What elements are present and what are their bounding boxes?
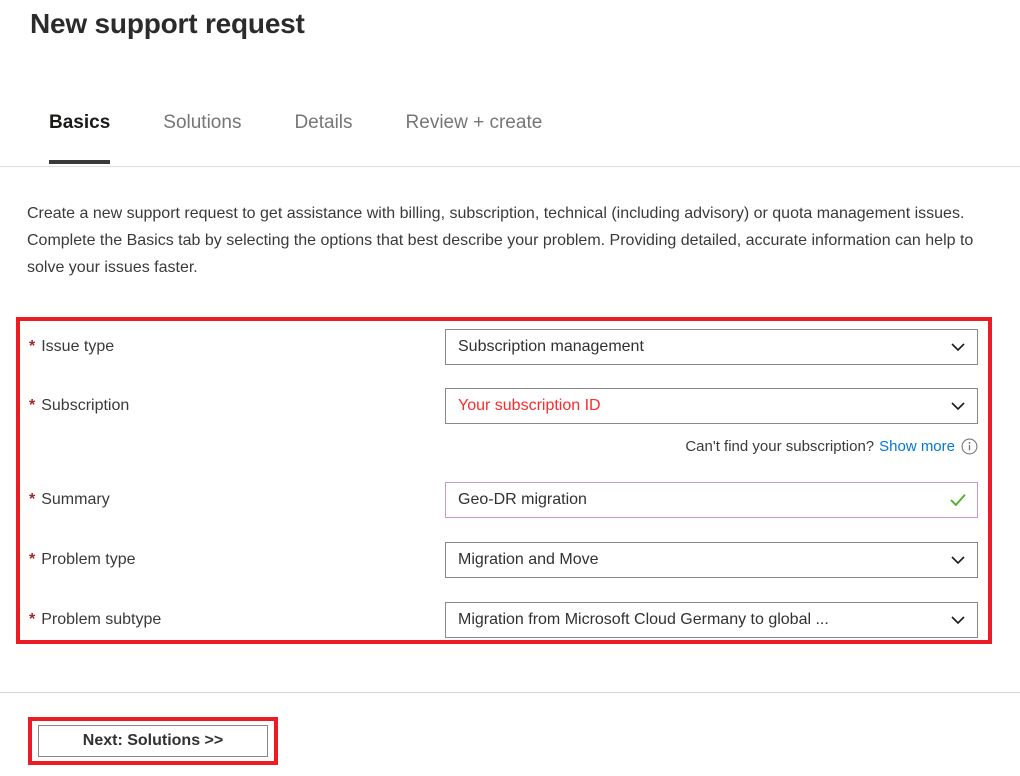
label-problem-type: * Problem type (29, 542, 136, 578)
intro-line-1: Create a new support request to get assi… (27, 200, 997, 227)
label-summary-text: Summary (41, 491, 109, 508)
show-more-link[interactable]: Show more (879, 438, 955, 455)
label-subscription-text: Subscription (41, 397, 129, 414)
dropdown-subscription[interactable]: Your subscription ID (445, 388, 978, 424)
intro-line-2: Complete the Basics tab by selecting the… (27, 227, 997, 281)
required-marker-problem-subtype: * (29, 611, 35, 628)
textbox-summary[interactable]: Geo-DR migration (445, 482, 978, 518)
textbox-summary-value: Geo-DR migration (458, 483, 941, 517)
subscription-helper: Can't find your subscription? Show more (445, 434, 978, 458)
info-circle-icon[interactable] (961, 438, 978, 455)
chevron-down-icon (947, 395, 969, 417)
chevron-down-icon (947, 609, 969, 631)
label-subscription: * Subscription (29, 388, 129, 424)
label-problem-type-text: Problem type (41, 551, 135, 568)
subscription-helper-text: Can't find your subscription? (685, 438, 874, 455)
field-row-subscription: * Subscription Your subscription ID (0, 388, 1020, 424)
label-issue-type-text: Issue type (41, 338, 114, 355)
dropdown-issue-type[interactable]: Subscription management (445, 329, 978, 365)
field-row-problem-subtype: * Problem subtype Migration from Microsof… (0, 602, 1020, 638)
field-row-issue-type: * Issue type Subscription management (0, 329, 1020, 365)
required-marker-subscription: * (29, 397, 35, 414)
tab-basics[interactable]: Basics (49, 106, 110, 135)
new-support-request-page: New support request Basics Solutions Det… (0, 0, 1020, 776)
page-title: New support request (30, 8, 305, 40)
checkmark-icon (947, 489, 969, 511)
dropdown-subscription-value: Your subscription ID (458, 389, 941, 423)
tab-list: Basics Solutions Details Review + create (49, 106, 542, 167)
fields-highlight-annotation (16, 317, 992, 644)
chevron-down-icon (947, 336, 969, 358)
field-row-summary: * Summary Geo-DR migration (0, 482, 1020, 518)
tab-review-create[interactable]: Review + create (406, 106, 543, 135)
required-marker-issue-type: * (29, 338, 35, 355)
intro-text: Create a new support request to get assi… (27, 200, 997, 281)
label-summary: * Summary (29, 482, 110, 518)
footer-divider (0, 692, 1020, 693)
chevron-down-icon (947, 549, 969, 571)
tab-details[interactable]: Details (294, 106, 352, 135)
dropdown-problem-subtype[interactable]: Migration from Microsoft Cloud Germany t… (445, 602, 978, 638)
dropdown-problem-type-value: Migration and Move (458, 543, 941, 577)
label-issue-type: * Issue type (29, 329, 114, 365)
required-marker-problem-type: * (29, 551, 35, 568)
tab-basics-label: Basics (49, 112, 110, 133)
label-problem-subtype-text: Problem subtype (41, 611, 161, 628)
field-row-problem-type: * Problem type Migration and Move (0, 542, 1020, 578)
tab-solutions[interactable]: Solutions (163, 106, 241, 135)
tabstrip: Basics Solutions Details Review + create (0, 106, 1020, 167)
dropdown-problem-type[interactable]: Migration and Move (445, 542, 978, 578)
tab-review-create-label: Review + create (406, 112, 543, 133)
required-marker-summary: * (29, 491, 35, 508)
label-problem-subtype: * Problem subtype (29, 602, 161, 638)
tab-solutions-label: Solutions (163, 112, 241, 133)
tab-details-label: Details (294, 112, 352, 133)
dropdown-problem-subtype-value: Migration from Microsoft Cloud Germany t… (458, 603, 941, 637)
next-solutions-button[interactable]: Next: Solutions >> (38, 725, 268, 757)
dropdown-issue-type-value: Subscription management (458, 330, 941, 364)
tabstrip-divider (0, 166, 1020, 167)
